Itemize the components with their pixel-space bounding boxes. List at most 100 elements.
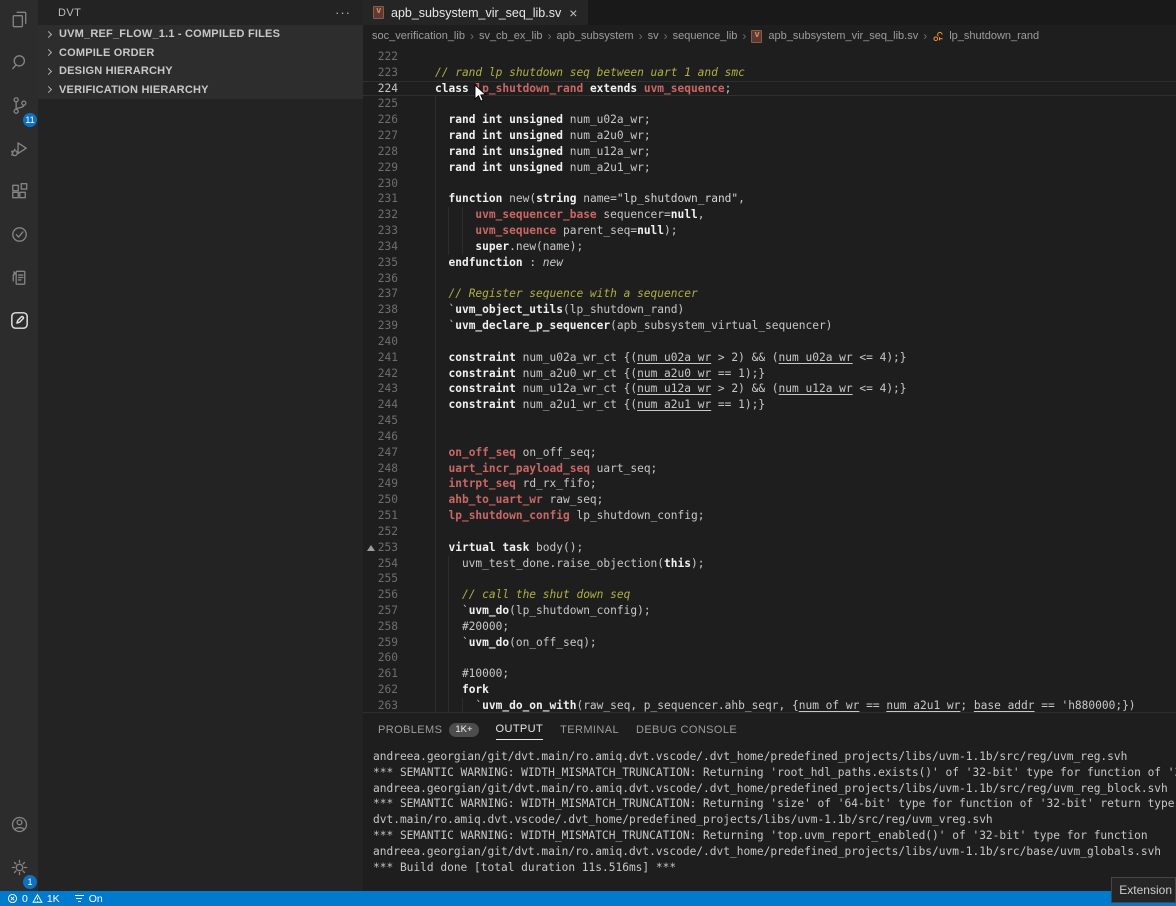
sidebar-item-extensions[interactable] (0, 172, 38, 215)
code-line[interactable]: 242 constraint num_a2u0_wr_ct {(num_a2u0… (363, 366, 1176, 382)
sidebar-item-explorer[interactable] (0, 0, 38, 43)
breadcrumb-separator: › (639, 29, 643, 43)
indent-guide (435, 524, 436, 540)
code-line[interactable]: 246 (363, 429, 1176, 445)
output-line: *** SEMANTIC WARNING: WIDTH_MISMATCH_TRU… (373, 765, 1176, 781)
settings-button[interactable]: 1 (0, 848, 38, 891)
code-line[interactable]: 237 // Register sequence with a sequence… (363, 286, 1176, 302)
panel-tab-terminal[interactable]: TERMINAL (560, 713, 619, 746)
tree-item-label: UVM_REF_FLOW_1.1 - COMPILED FILES (59, 28, 280, 40)
breadcrumb-item[interactable]: sv (648, 30, 659, 42)
code-line[interactable]: 245 (363, 413, 1176, 429)
code-line[interactable]: 228 rand int unsigned num_u12a_wr; (363, 144, 1176, 160)
code-line[interactable]: 232 uvm_sequencer_base sequencer=null, (363, 207, 1176, 223)
panel-tab-debug-console[interactable]: DEBUG CONSOLE (636, 713, 737, 746)
sidebar-more-actions-icon[interactable]: ··· (335, 5, 351, 20)
line-number: 256 (363, 587, 398, 603)
filter-status[interactable]: On (74, 893, 103, 905)
code-line[interactable]: 255 (363, 571, 1176, 587)
tree-item-label: VERIFICATION HIERARCHY (59, 84, 209, 96)
breadcrumb-item[interactable]: lp_shutdown_rand (949, 30, 1039, 42)
code-line[interactable]: 249 intrpt_seq rd_rx_fifo; (363, 476, 1176, 492)
code-line[interactable]: 224class lp_shutdown_rand extends uvm_se… (363, 81, 1176, 97)
line-number: 223 (363, 65, 398, 81)
tree-item[interactable]: DESIGN HIERARCHY (38, 62, 363, 81)
code-line[interactable]: 253 virtual task body(); (363, 540, 1176, 556)
code-line[interactable]: 238 `uvm_object_utils(lp_shutdown_rand) (363, 302, 1176, 318)
code-line[interactable]: 222 (363, 49, 1176, 65)
output-log[interactable]: andreea.georgian/git/dvt.main/ro.amiq.dv… (363, 746, 1176, 891)
breadcrumb-item[interactable]: apb_subsystem (557, 30, 634, 42)
problems-status[interactable]: 0 1K (7, 893, 60, 905)
code-line[interactable]: 258 #20000; (363, 619, 1176, 635)
code-text: `uvm_do(lp_shutdown_config); (435, 603, 651, 619)
sidebar-item-source-control[interactable]: 11 (0, 86, 38, 129)
code-line[interactable]: 250 ahb_to_uart_wr raw_seq; (363, 492, 1176, 508)
code-line[interactable]: 260 (363, 650, 1176, 666)
sidebar-item-run-debug[interactable] (0, 129, 38, 172)
code-line[interactable]: 262 fork (363, 682, 1176, 698)
code-line[interactable]: 230 (363, 176, 1176, 192)
code-line[interactable]: 239 `uvm_declare_p_sequencer(apb_subsyst… (363, 318, 1176, 334)
line-number: 236 (363, 271, 398, 287)
code-line[interactable]: 257 `uvm_do(lp_shutdown_config); (363, 603, 1176, 619)
code-line[interactable]: 223// rand lp shutdown seq between uart … (363, 65, 1176, 81)
panel-tab-problems[interactable]: PROBLEMS1K+ (378, 713, 479, 746)
code-line[interactable]: 233 uvm_sequence parent_seq=null); (363, 223, 1176, 239)
code-line[interactable]: 243 constraint num_u12a_wr_ct {(num_u12a… (363, 381, 1176, 397)
sidebar-item-dvt-trace[interactable] (0, 258, 38, 301)
breadcrumb-item[interactable]: sequence_lib (673, 30, 738, 42)
editor-group: apb_subsystem_vir_seq_lib.sv × soc_verif… (363, 0, 1176, 712)
code-line[interactable]: 226 rand int unsigned num_u02a_wr; (363, 112, 1176, 128)
line-number: 263 (363, 698, 398, 712)
code-line[interactable]: 256 // call the shut down seq (363, 587, 1176, 603)
tree-item[interactable]: VERIFICATION HIERARCHY (38, 81, 363, 100)
code-line[interactable]: 227 rand int unsigned num_a2u0_wr; (363, 128, 1176, 144)
sidebar-item-dvt-tools[interactable] (0, 301, 38, 344)
code-text: function new(string name="lp_shutdown_ra… (435, 191, 745, 207)
breadcrumb-item[interactable]: soc_verification_lib (372, 30, 465, 42)
code-text: #10000; (435, 666, 509, 682)
code-editor[interactable]: 222223// rand lp shutdown seq between ua… (363, 47, 1176, 712)
code-line[interactable]: 259 `uvm_do(on_off_seq); (363, 635, 1176, 651)
extension-tooltip: Extension (1111, 877, 1176, 903)
breadcrumb-separator: › (742, 29, 746, 43)
line-number: 261 (363, 666, 398, 682)
breadcrumb-item[interactable]: apb_subsystem_vir_seq_lib.sv (768, 30, 918, 42)
code-line[interactable]: 229 rand int unsigned num_a2u1_wr; (363, 160, 1176, 176)
code-line[interactable]: 236 (363, 271, 1176, 287)
line-number: 231 (363, 191, 398, 207)
tab-close-icon[interactable]: × (568, 6, 578, 20)
code-line[interactable]: 240 (363, 334, 1176, 350)
code-line[interactable]: 263 `uvm_do_on_with(raw_seq, p_sequencer… (363, 698, 1176, 712)
sidebar-item-dvt-verification[interactable] (0, 215, 38, 258)
panel-tab-output[interactable]: OUTPUT (496, 713, 544, 746)
line-number: 257 (363, 603, 398, 619)
breadcrumb-item[interactable]: sv_cb_ex_lib (479, 30, 543, 42)
code-line[interactable]: 248 uart_incr_payload_seq uart_seq; (363, 461, 1176, 477)
code-text: rand int unsigned num_u02a_wr; (435, 112, 651, 128)
tab-file[interactable]: apb_subsystem_vir_seq_lib.sv × (363, 0, 588, 25)
breadcrumb-separator: › (923, 29, 927, 43)
code-line[interactable]: 252 (363, 524, 1176, 540)
code-line[interactable]: 235 endfunction : new (363, 255, 1176, 271)
code-line[interactable]: 261 #10000; (363, 666, 1176, 682)
line-number: 255 (363, 571, 398, 587)
accounts-button[interactable] (0, 805, 38, 848)
tree-item[interactable]: COMPILE ORDER (38, 44, 363, 63)
dvt-tree: UVM_REF_FLOW_1.1 - COMPILED FILES COMPILE… (38, 25, 363, 99)
sidebar-item-search[interactable] (0, 43, 38, 86)
code-line[interactable]: 231 function new(string name="lp_shutdow… (363, 191, 1176, 207)
code-line[interactable]: 234 super.new(name); (363, 239, 1176, 255)
indent-guide (435, 429, 436, 445)
code-line[interactable]: 244 constraint num_a2u1_wr_ct {(num_a2u1… (363, 397, 1176, 413)
code-line[interactable]: 254 uvm_test_done.raise_objection(this); (363, 556, 1176, 572)
warning-icon (32, 893, 43, 904)
code-line[interactable]: 225 (363, 96, 1176, 112)
verified-check-icon (8, 223, 31, 251)
output-line: andreea.georgian/git/dvt.main/ro.amiq.dv… (373, 781, 1176, 797)
code-line[interactable]: 251 lp_shutdown_config lp_shutdown_confi… (363, 508, 1176, 524)
tree-item[interactable]: UVM_REF_FLOW_1.1 - COMPILED FILES (38, 25, 363, 44)
code-line[interactable]: 241 constraint num_u02a_wr_ct {(num_u02a… (363, 350, 1176, 366)
code-line[interactable]: 247 on_off_seq on_off_seq; (363, 445, 1176, 461)
